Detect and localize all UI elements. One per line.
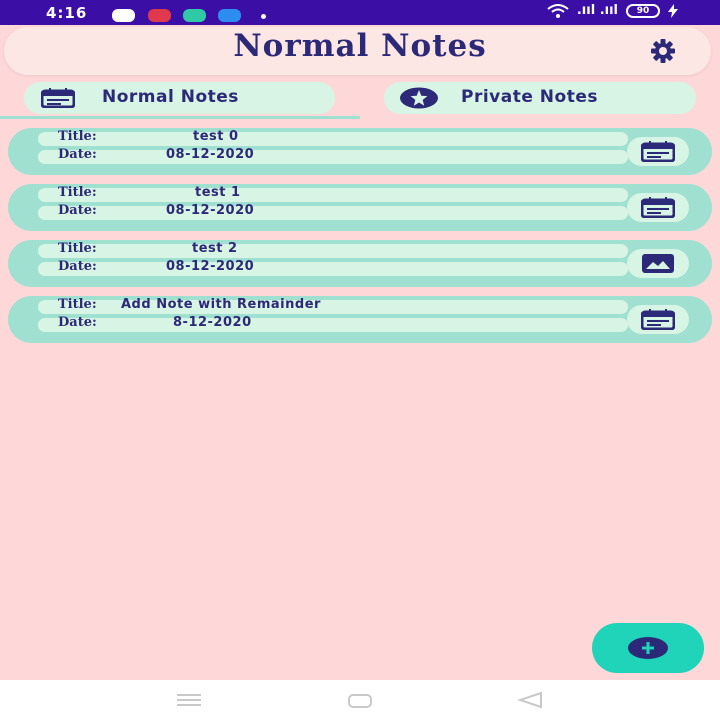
note-title: test 2 — [192, 241, 238, 256]
note-list-icon — [641, 309, 675, 330]
note-date-row: Date: 08-12-2020 — [38, 147, 628, 164]
page-title: Normal Notes — [233, 28, 487, 64]
charging-icon — [668, 3, 678, 18]
date-label: Date: — [58, 315, 97, 330]
tab-normal-notes-label: Normal Notes — [102, 87, 239, 107]
star-icon — [400, 87, 438, 109]
more-notifications-icon — [261, 14, 266, 19]
date-label: Date: — [58, 147, 97, 162]
note-date: 08-12-2020 — [166, 203, 255, 218]
image-icon — [642, 254, 674, 273]
title-label: Title: — [58, 185, 97, 200]
chat-notification-icon — [112, 9, 135, 22]
plus-icon — [628, 637, 668, 659]
note-item[interactable]: Title: test 2 Date: 08-12-2020 — [8, 240, 712, 287]
video-notification-icon — [148, 9, 171, 22]
note-date: 08-12-2020 — [166, 147, 255, 162]
note-title: test 0 — [193, 129, 239, 144]
status-indicators: .ııl .ııl 90 — [547, 3, 678, 18]
note-open-button[interactable] — [627, 305, 689, 334]
status-bar: 4:16 .ııl .ııl 90 — [0, 0, 720, 25]
note-title-row: Title: test 0 — [38, 129, 628, 146]
note-title-row: Title: Add Note with Remainder — [38, 297, 628, 314]
status-time: 4:16 — [46, 4, 88, 22]
selected-tab-indicator — [0, 116, 360, 119]
note-date-row: Date: 08-12-2020 — [38, 259, 628, 276]
home-icon[interactable] — [347, 690, 373, 710]
note-open-button[interactable] — [627, 137, 689, 166]
tab-private-notes-label: Private Notes — [461, 87, 598, 107]
note-date-row: Date: 08-12-2020 — [38, 203, 628, 220]
add-note-button[interactable] — [592, 623, 704, 673]
system-nav-bar — [0, 680, 720, 720]
menu-icon[interactable] — [176, 690, 202, 710]
note-item[interactable]: Title: Add Note with Remainder Date: 8-1… — [8, 296, 712, 343]
app-notification-icon — [218, 9, 241, 22]
note-title-row: Title: test 2 — [38, 241, 628, 258]
note-list-icon — [641, 197, 675, 218]
tab-normal-notes[interactable]: Normal Notes — [24, 82, 335, 114]
tab-private-notes[interactable]: Private Notes — [384, 82, 696, 114]
note-title-row: Title: test 1 — [38, 185, 628, 202]
note-date: 08-12-2020 — [166, 259, 255, 274]
note-list-icon — [641, 141, 675, 162]
note-date-row: Date: 8-12-2020 — [38, 315, 628, 332]
notes-icon — [41, 88, 75, 108]
title-label: Title: — [58, 297, 97, 312]
back-icon[interactable] — [517, 690, 543, 710]
note-date: 8-12-2020 — [173, 315, 252, 330]
note-item[interactable]: Title: test 0 Date: 08-12-2020 — [8, 128, 712, 175]
date-label: Date: — [58, 259, 97, 274]
note-item[interactable]: Title: test 1 Date: 08-12-2020 — [8, 184, 712, 231]
signal-icon: .ııl .ııl — [576, 3, 618, 18]
note-title: test 1 — [195, 185, 241, 200]
note-title: Add Note with Remainder — [121, 297, 321, 312]
message-notification-icon — [183, 9, 206, 22]
settings-button[interactable] — [642, 36, 684, 66]
note-open-button[interactable] — [627, 193, 689, 222]
gear-icon — [651, 39, 675, 63]
battery-icon: 90 — [626, 3, 660, 18]
wifi-icon — [547, 3, 569, 18]
date-label: Date: — [58, 203, 97, 218]
note-open-button[interactable] — [627, 249, 689, 278]
title-label: Title: — [58, 241, 97, 256]
title-label: Title: — [58, 129, 97, 144]
